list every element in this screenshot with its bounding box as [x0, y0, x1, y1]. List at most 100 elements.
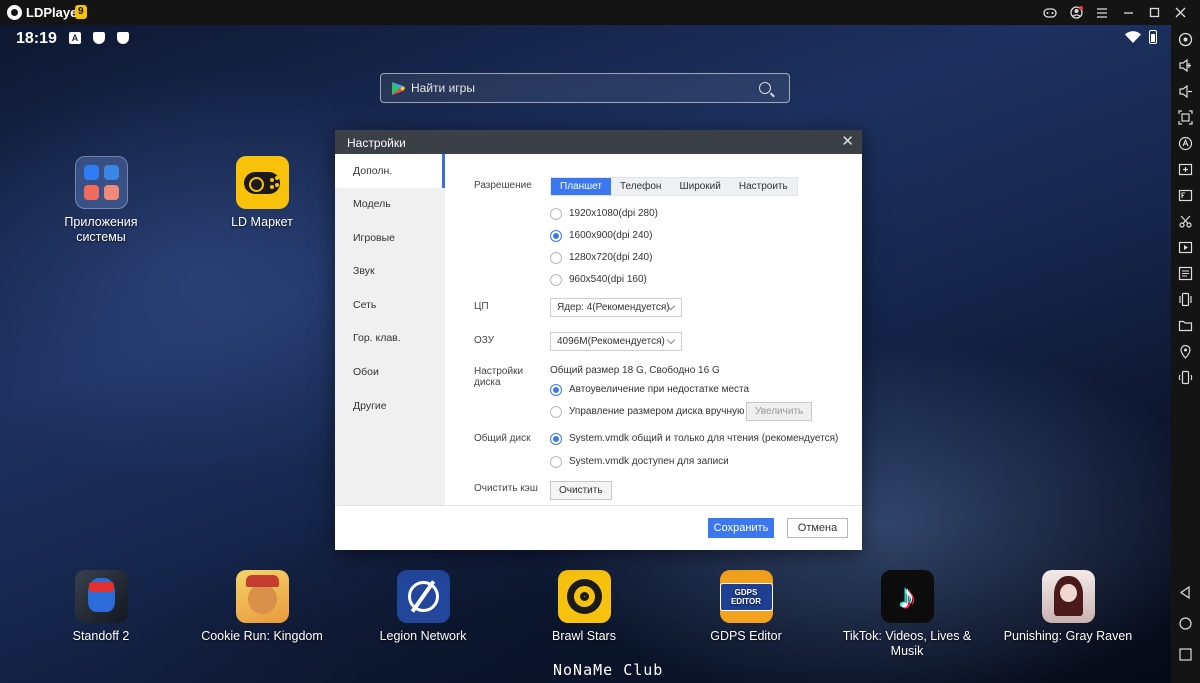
- shared-disk-option-label: System.vmdk общий и только для чтения (р…: [569, 433, 839, 444]
- ld-market-icon: [235, 156, 289, 209]
- search-icon[interactable]: [759, 82, 771, 94]
- save-button[interactable]: Сохранить: [708, 518, 774, 538]
- resolution-option-label: 960x540(dpi 160): [569, 274, 647, 285]
- system-apps-folder-icon: [74, 156, 128, 209]
- punishing-gray-raven-icon: [1041, 570, 1095, 623]
- dock-app-brawl-stars[interactable]: Brawl Stars: [533, 570, 635, 644]
- volume-up-icon[interactable]: [1178, 58, 1193, 73]
- sidebar-item-advanced[interactable]: Дополн.: [335, 154, 445, 188]
- resolution-option-label: 1600x900(dpi 240): [569, 230, 653, 241]
- cpu-label: ЦП: [474, 301, 489, 312]
- status-clock: 18:19: [16, 30, 57, 47]
- cut-icon[interactable]: [1178, 214, 1193, 229]
- disk-auto-radio[interactable]: [550, 384, 562, 396]
- shield-icon: [117, 32, 129, 44]
- app-label: LD Маркет: [231, 215, 293, 229]
- autoclick-icon[interactable]: [1178, 136, 1193, 151]
- status-bar: 18:19 A: [0, 25, 1171, 51]
- app-title: LDPlayer: [26, 5, 83, 20]
- sidebar-item-other[interactable]: Другие: [335, 389, 445, 423]
- menu-icon[interactable]: [1092, 3, 1112, 23]
- right-toolbar: [1171, 25, 1200, 683]
- dock-app-tiktok[interactable]: ♪ TikTok: Videos, Lives & Musik: [837, 570, 977, 659]
- cpu-select[interactable]: Ядер: 4(Рекомендуется): [550, 298, 682, 317]
- dock-app-standoff2[interactable]: Standoff 2: [52, 570, 150, 644]
- legion-network-icon: [396, 570, 450, 623]
- disk-option-label: Автоувеличение при недостатке места: [569, 384, 750, 395]
- disk-manual-radio[interactable]: [550, 406, 562, 418]
- screenshot-icon[interactable]: [1178, 110, 1193, 125]
- resolution-radio-960[interactable]: [550, 274, 562, 286]
- dock-app-punishing[interactable]: Punishing: Gray Raven: [1000, 570, 1136, 644]
- add-window-icon[interactable]: [1178, 162, 1193, 177]
- tab-wide[interactable]: Широкий: [670, 178, 729, 195]
- watermark: NoNaMe Club: [553, 661, 664, 679]
- resolution-radio-1600[interactable]: [550, 230, 562, 242]
- account-icon[interactable]: [1066, 3, 1086, 23]
- clear-cache-button[interactable]: Очистить: [550, 481, 612, 500]
- maximize-icon[interactable]: [1144, 3, 1164, 23]
- operations-record-icon[interactable]: [1178, 266, 1193, 281]
- dialog-title: Настройки: [347, 136, 406, 150]
- fps-icon[interactable]: [1178, 188, 1193, 203]
- resolution-option-label: 1920x1080(dpi 280): [569, 208, 658, 219]
- app-label: Legion Network: [379, 629, 467, 643]
- sidebar-item-model[interactable]: Модель: [335, 187, 445, 221]
- sidebar-item-game[interactable]: Игровые: [335, 221, 445, 255]
- sidebar-item-wallpaper[interactable]: Обои: [335, 355, 445, 389]
- folder-icon[interactable]: [1178, 318, 1193, 333]
- gamepad-icon[interactable]: [1040, 3, 1060, 23]
- increase-disk-button[interactable]: Увеличить: [746, 402, 813, 421]
- play-store-icon: [392, 82, 405, 95]
- back-icon[interactable]: [1178, 585, 1193, 600]
- resolution-label: Разрешение: [474, 180, 532, 191]
- gdps-editor-icon: GDPS EDITOR: [719, 570, 773, 623]
- tab-tablet[interactable]: Планшет: [551, 178, 611, 195]
- sidebar-item-sound[interactable]: Звук: [335, 254, 445, 288]
- desktop-app-ld-market[interactable]: LD Маркет: [222, 156, 302, 230]
- shared-disk-readonly-radio[interactable]: [550, 433, 562, 445]
- volume-down-icon[interactable]: [1178, 84, 1193, 99]
- ram-select[interactable]: 4096M(Рекомендуется): [550, 332, 682, 351]
- dialog-footer: Сохранить Отмена: [335, 505, 862, 550]
- notification-dot: [1079, 5, 1083, 10]
- close-icon[interactable]: ✕: [841, 133, 854, 151]
- home-icon[interactable]: [1178, 616, 1193, 631]
- app-label: Punishing: Gray Raven: [1003, 629, 1133, 643]
- battery-icon: [1149, 30, 1157, 44]
- rotate-icon[interactable]: [1178, 370, 1193, 385]
- dock-app-legion-network[interactable]: Legion Network: [368, 570, 478, 644]
- resolution-radio-1920[interactable]: [550, 208, 562, 220]
- settings-sidebar: Дополн. Модель Игровые Звук Сеть Гор. кл…: [335, 154, 445, 505]
- minimize-icon[interactable]: [1118, 3, 1138, 23]
- resolution-option-label: 1280x720(dpi 240): [569, 252, 653, 263]
- search-bar[interactable]: Найти игры: [380, 73, 790, 103]
- shared-disk-writable-radio[interactable]: [550, 456, 562, 468]
- gamepad-icon[interactable]: [1178, 32, 1193, 47]
- desktop-app-system[interactable]: Приложения системы: [40, 156, 162, 245]
- dock-app-gdps-editor[interactable]: GDPS EDITOR GDPS Editor: [696, 570, 796, 644]
- tab-custom[interactable]: Настроить: [730, 178, 797, 195]
- dock-app-cookie-run[interactable]: Cookie Run: Kingdom: [196, 570, 328, 644]
- disk-info: Общий размер 18 G, Свободно 16 G: [550, 365, 720, 376]
- version-badge: 9: [75, 5, 87, 19]
- settings-panel: Разрешение Планшет Телефон Широкий Настр…: [445, 154, 862, 505]
- location-icon[interactable]: [1178, 344, 1193, 359]
- resolution-radio-1280[interactable]: [550, 252, 562, 264]
- recent-apps-icon[interactable]: [1178, 647, 1193, 662]
- video-icon[interactable]: [1178, 240, 1193, 255]
- shared-disk-label: Общий диск: [474, 433, 531, 444]
- cancel-button[interactable]: Отмена: [787, 518, 848, 538]
- close-icon[interactable]: [1170, 3, 1190, 23]
- sidebar-item-hotkeys[interactable]: Гор. клав.: [335, 321, 445, 355]
- shake-icon[interactable]: [1178, 292, 1193, 307]
- sidebar-item-network[interactable]: Сеть: [335, 288, 445, 322]
- app-label: Brawl Stars: [552, 629, 616, 643]
- wifi-icon: [1125, 31, 1141, 43]
- brawl-stars-icon: [557, 570, 611, 623]
- app-label: Standoff 2: [72, 629, 130, 643]
- tab-phone[interactable]: Телефон: [611, 178, 670, 195]
- title-bar: LDPlayer 9: [0, 0, 1200, 25]
- tiktok-icon: ♪: [880, 570, 934, 623]
- app-label: GDPS Editor: [710, 629, 782, 643]
